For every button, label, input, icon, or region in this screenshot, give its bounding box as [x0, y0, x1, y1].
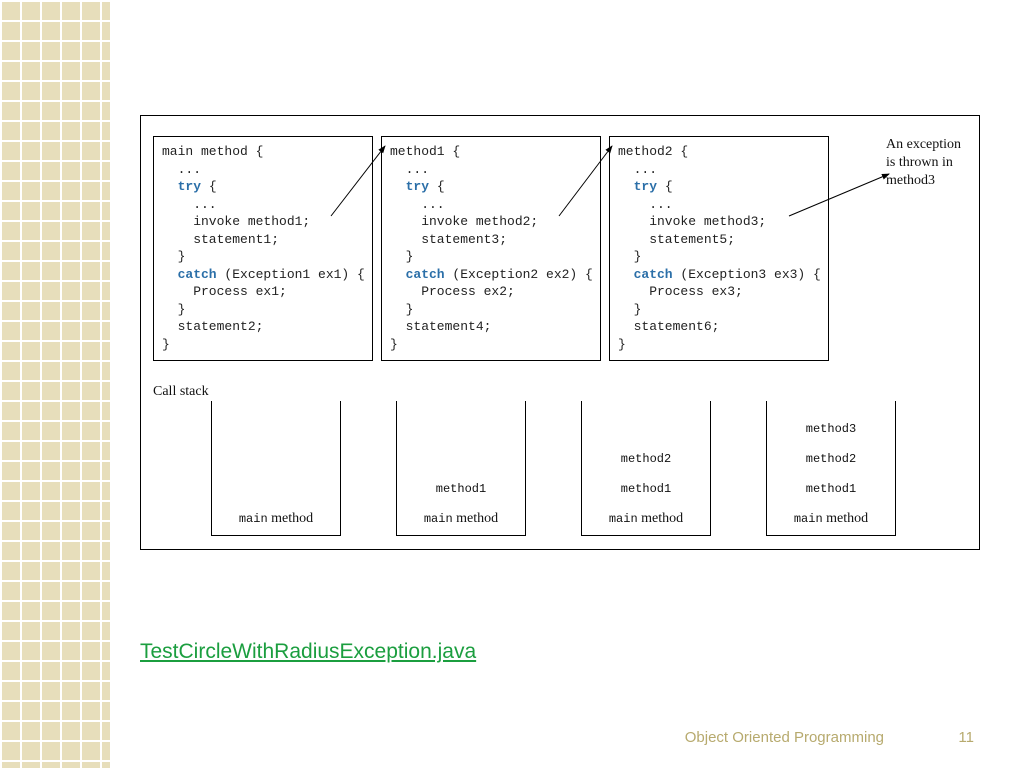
code-box-method1: method1 { ... try { ... invoke method2; …: [381, 136, 601, 361]
annotation-exception-thrown: An exception is thrown in method3: [886, 136, 961, 191]
code-line: statement6;: [618, 319, 719, 334]
code-frag: (Exception2 ex2) {: [445, 267, 593, 282]
code-line: }: [618, 249, 641, 264]
code-line: Process ex2;: [390, 284, 515, 299]
code-frag: (Exception3 ex3) {: [673, 267, 821, 282]
stack-cell: method3: [767, 421, 895, 437]
stack-text: main: [239, 512, 268, 526]
call-stack-1: main method: [211, 401, 341, 536]
keyword-catch: catch: [162, 267, 217, 282]
code-frag: {: [429, 179, 445, 194]
stack-cell: main method: [397, 511, 525, 527]
code-box-main-method: main method { ... try { ... invoke metho…: [153, 136, 373, 361]
code-line: ...: [618, 197, 673, 212]
stack-cell: main method: [767, 511, 895, 527]
code-line: }: [390, 337, 398, 352]
keyword-try: try: [618, 179, 657, 194]
call-stack-label: Call stack: [153, 384, 209, 400]
code-line: ...: [162, 162, 201, 177]
stack-text: method: [453, 511, 499, 526]
code-frag: (Exception1 ex1) {: [217, 267, 365, 282]
code-line: method1 {: [390, 144, 460, 159]
code-line: statement3;: [390, 232, 507, 247]
call-stack-4: method3 method2 method1 main method: [766, 401, 896, 536]
code-line: }: [162, 337, 170, 352]
annotation-line: method3: [886, 172, 961, 190]
keyword-catch: catch: [390, 267, 445, 282]
decorative-sidebar-pattern: [0, 0, 110, 768]
keyword-try: try: [162, 179, 201, 194]
stack-cell: method2: [582, 451, 710, 467]
code-line: }: [390, 249, 413, 264]
code-line: invoke method1;: [162, 214, 310, 229]
stack-cell: main method: [582, 511, 710, 527]
code-line: statement4;: [390, 319, 491, 334]
footer-title: Object Oriented Programming: [685, 729, 884, 746]
stack-text: method1: [806, 482, 856, 496]
call-stack-3: method2 method1 main method: [581, 401, 711, 536]
stack-text: main: [424, 512, 453, 526]
call-stack-2: method1 main method: [396, 401, 526, 536]
stack-cell: main method: [212, 511, 340, 527]
slide-page: main method { ... try { ... invoke metho…: [0, 0, 1024, 768]
stack-text: method: [268, 511, 314, 526]
code-line: statement1;: [162, 232, 279, 247]
diagram-frame: main method { ... try { ... invoke metho…: [140, 115, 980, 550]
code-line: }: [618, 337, 626, 352]
stack-cell: method2: [767, 451, 895, 467]
keyword-try: try: [390, 179, 429, 194]
code-box-method2: method2 { ... try { ... invoke method3; …: [609, 136, 829, 361]
stack-text: method3: [806, 422, 856, 436]
stack-cell: method1: [767, 481, 895, 497]
code-line: Process ex3;: [618, 284, 743, 299]
stack-cell: method1: [397, 481, 525, 497]
code-line: }: [390, 302, 413, 317]
code-line: ...: [390, 162, 429, 177]
code-line: main method {: [162, 144, 263, 159]
code-line: method2 {: [618, 144, 688, 159]
code-line: }: [162, 249, 185, 264]
code-line: invoke method2;: [390, 214, 538, 229]
code-line: }: [162, 302, 185, 317]
code-frag: {: [201, 179, 217, 194]
stack-text: main: [609, 512, 638, 526]
stack-text: main: [794, 512, 823, 526]
keyword-catch: catch: [618, 267, 673, 282]
code-line: }: [618, 302, 641, 317]
stack-text: method: [823, 511, 869, 526]
slide-content-area: main method { ... try { ... invoke metho…: [110, 0, 1024, 768]
code-line: ...: [618, 162, 657, 177]
stack-cell: method1: [582, 481, 710, 497]
stack-text: method1: [621, 482, 671, 496]
file-link[interactable]: TestCircleWithRadiusException.java: [140, 640, 476, 664]
code-line: statement5;: [618, 232, 735, 247]
code-line: invoke method3;: [618, 214, 766, 229]
code-line: statement2;: [162, 319, 263, 334]
code-line: ...: [162, 197, 217, 212]
code-line: ...: [390, 197, 445, 212]
code-line: Process ex1;: [162, 284, 287, 299]
code-frag: {: [657, 179, 673, 194]
stack-text: method2: [621, 452, 671, 466]
footer-page-number: 11: [958, 729, 974, 746]
stack-text: method2: [806, 452, 856, 466]
stack-text: method: [638, 511, 684, 526]
annotation-line: is thrown in: [886, 154, 961, 172]
stack-text: method1: [436, 482, 486, 496]
annotation-line: An exception: [886, 136, 961, 154]
